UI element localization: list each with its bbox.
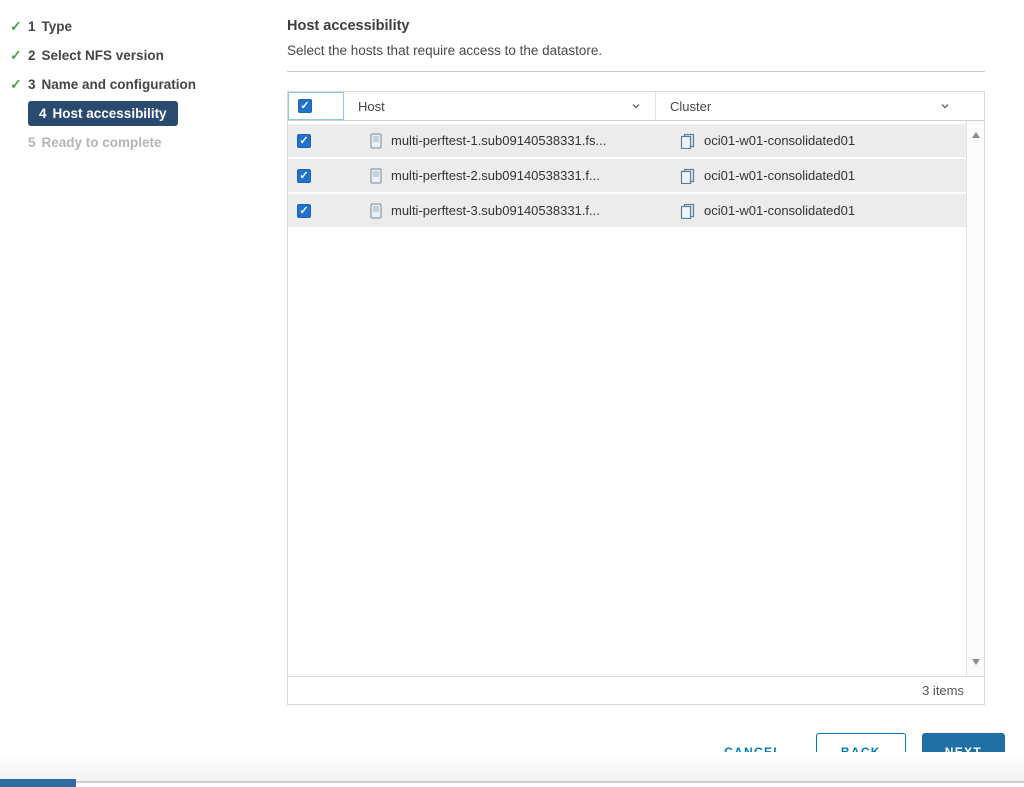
cluster-name: oci01-w01-consolidated01 (704, 133, 856, 148)
select-all-cell: ✓ (288, 92, 344, 120)
host-datagrid: ✓ Host Cluster ✓ multi-perftest-1.sub091… (287, 91, 985, 705)
step-complete-check-icon: ✓ (10, 47, 22, 63)
wizard-step-select-nfs-version[interactable]: ✓ 2 Select NFS version (10, 41, 280, 70)
wizard-step-label: 2 Select NFS version (28, 48, 164, 63)
row-checkbox[interactable]: ✓ (297, 133, 311, 148)
host-icon (370, 203, 382, 219)
scroll-down-icon[interactable] (967, 654, 984, 670)
cluster-name: oci01-w01-consolidated01 (704, 168, 856, 183)
cluster-cell: oci01-w01-consolidated01 (656, 168, 966, 184)
cluster-cell: oci01-w01-consolidated01 (656, 203, 966, 219)
wizard-steps-sidebar: ✓ 1 Type ✓ 2 Select NFS version ✓ 3 Name an… (10, 12, 280, 157)
step-complete-check-icon: ✓ (10, 76, 22, 92)
cluster-icon (680, 168, 696, 184)
wizard-step-type[interactable]: ✓ 1 Type (10, 12, 280, 41)
host-icon (370, 133, 382, 149)
wizard-step-host-accessibility[interactable]: 4 Host accessibility (10, 99, 280, 128)
row-checkbox-cell: ✓ (288, 203, 344, 218)
table-row[interactable]: ✓ multi-perftest-1.sub09140538331.fs... (288, 124, 966, 157)
column-header-host-label: Host (358, 98, 385, 114)
datagrid-header: ✓ Host Cluster (288, 92, 984, 121)
select-all-checkbox[interactable]: ✓ (298, 99, 312, 113)
active-step-pill: 4 Host accessibility (28, 101, 178, 126)
dialog-bottom-gradient (0, 752, 1024, 781)
bottom-left-blue-bar (0, 779, 76, 787)
step-complete-check-icon: ✓ (10, 18, 22, 34)
wizard-step-label: 3 Name and configuration (28, 77, 197, 92)
row-checkbox[interactable]: ✓ (297, 203, 311, 218)
row-checkbox[interactable]: ✓ (297, 168, 311, 183)
host-icon (370, 168, 382, 184)
wizard-step-ready-to-complete: 5 Ready to complete (10, 128, 280, 157)
datagrid-body: ✓ multi-perftest-1.sub09140538331.fs... (288, 121, 984, 676)
cluster-name: oci01-w01-consolidated01 (704, 203, 856, 218)
items-count: 3 items (922, 683, 964, 698)
dialog-bottom-edge (0, 781, 1024, 783)
chevron-down-icon[interactable] (631, 101, 641, 111)
chevron-down-icon[interactable] (940, 101, 950, 111)
cluster-cell: oci01-w01-consolidated01 (656, 133, 966, 149)
table-row[interactable]: ✓ multi-perftest-3.sub09140538331.f... o… (288, 194, 966, 227)
header-divider (287, 71, 985, 72)
cluster-icon (680, 133, 696, 149)
column-header-host[interactable]: Host (344, 92, 656, 120)
vertical-scrollbar[interactable] (966, 121, 984, 676)
cluster-icon (680, 203, 696, 219)
scroll-up-icon[interactable] (967, 127, 984, 143)
host-name: multi-perftest-1.sub09140538331.fs... (391, 133, 607, 148)
table-row[interactable]: ✓ multi-perftest-2.sub09140538331.f... o… (288, 159, 966, 192)
row-checkbox-cell: ✓ (288, 133, 344, 148)
wizard-step-name-and-configuration[interactable]: ✓ 3 Name and configuration (10, 70, 280, 99)
datagrid-footer: 3 items (288, 676, 984, 704)
column-header-cluster[interactable]: Cluster (656, 92, 984, 120)
wizard-step-content: Host accessibility Select the hosts that… (287, 0, 985, 705)
host-cell: multi-perftest-1.sub09140538331.fs... (344, 133, 656, 149)
page-subtitle: Select the hosts that require access to … (287, 43, 603, 58)
column-header-cluster-label: Cluster (670, 98, 712, 114)
host-cell: multi-perftest-3.sub09140538331.f... (344, 203, 656, 219)
host-cell: multi-perftest-2.sub09140538331.f... (344, 168, 656, 184)
new-datastore-wizard: ✓ 1 Type ✓ 2 Select NFS version ✓ 3 Name an… (0, 0, 1024, 787)
host-name: multi-perftest-2.sub09140538331.f... (391, 168, 600, 183)
wizard-step-label: 1 Type (28, 19, 73, 34)
page-title: Host accessibility (287, 18, 410, 34)
host-name: multi-perftest-3.sub09140538331.f... (391, 203, 600, 218)
row-checkbox-cell: ✓ (288, 168, 344, 183)
wizard-step-label: 5 Ready to complete (28, 135, 162, 150)
datagrid-rows: ✓ multi-perftest-1.sub09140538331.fs... (288, 121, 966, 229)
